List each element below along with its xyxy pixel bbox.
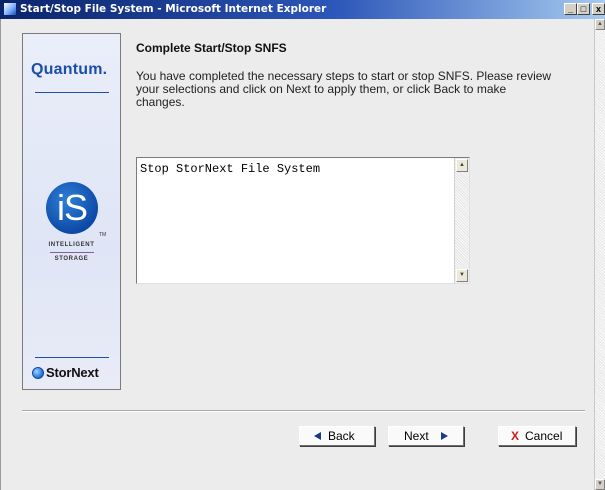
window-titlebar[interactable]: Start/Stop File System - Microsoft Inter… (0, 0, 605, 19)
red-x-icon: X (511, 429, 520, 443)
selection-summary-text: Stop StorNext File System (140, 162, 321, 176)
minimize-button[interactable]: _ (564, 3, 577, 15)
trademark-mark: TM (99, 232, 107, 238)
brand-divider (35, 92, 109, 93)
button-separator (22, 410, 585, 412)
stornext-logo: StorNext (46, 365, 99, 380)
back-button-label: Back (328, 429, 355, 443)
selection-summary-textarea[interactable]: Stop StorNext File System ▲ ▼ (136, 157, 470, 284)
ie-page-icon (3, 2, 17, 16)
arrow-left-icon (314, 432, 321, 440)
textarea-scroll-down-icon[interactable]: ▼ (456, 269, 468, 282)
page-title: Complete Start/Stop SNFS (136, 41, 287, 55)
storage-label: STORAGE (54, 256, 89, 262)
scroll-up-arrow-icon[interactable]: ▲ (595, 19, 605, 30)
storage-divider (50, 252, 94, 253)
scroll-down-arrow-icon[interactable]: ▼ (595, 479, 605, 490)
stornext-globe-icon (32, 367, 44, 379)
cancel-button-label: Cancel (525, 429, 563, 443)
brand-divider-bottom (35, 357, 109, 358)
window-title: Start/Stop File System - Microsoft Inter… (20, 3, 327, 15)
back-button[interactable]: Back (299, 426, 375, 446)
arrow-right-icon (441, 432, 448, 440)
next-button-label: Next (404, 429, 429, 443)
next-button[interactable]: Next (388, 426, 464, 446)
maximize-button[interactable]: □ (577, 3, 590, 15)
cancel-button[interactable]: X Cancel (498, 426, 576, 446)
instructions-text: You have completed the necessary steps t… (136, 69, 552, 109)
intelligent-label: INTELLIGENT (48, 242, 95, 248)
brand-sidebar: Quantum. iS TM INTELLIGENT STORAGE StorN… (22, 33, 121, 390)
textarea-scroll-up-icon[interactable]: ▲ (456, 159, 468, 172)
quantum-logo: Quantum. (31, 61, 108, 78)
close-button[interactable]: x (592, 3, 605, 15)
textarea-scrollbar[interactable]: ▲ ▼ (454, 158, 469, 283)
intelligent-storage-logo-icon: iS (46, 182, 98, 234)
window-vertical-scrollbar[interactable]: ▲ ▼ (594, 19, 605, 490)
